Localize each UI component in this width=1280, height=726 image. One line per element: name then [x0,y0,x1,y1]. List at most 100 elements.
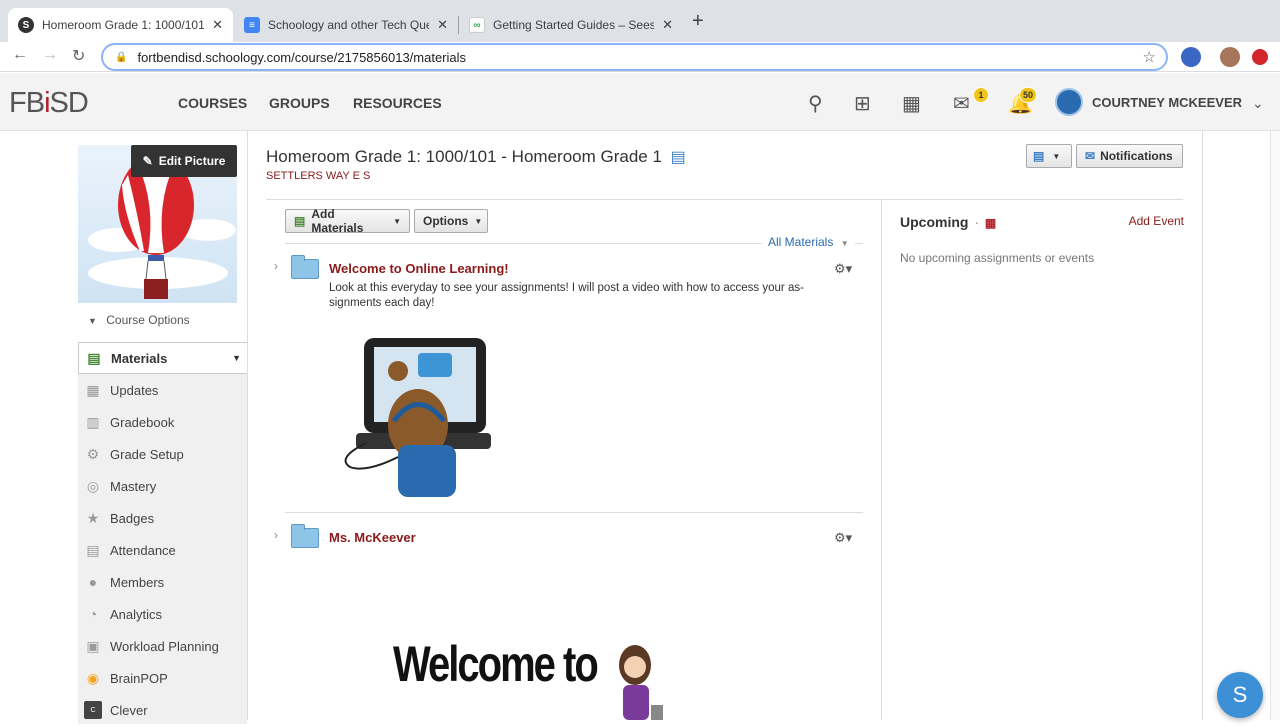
site-header: FBiSD COURSES GROUPS RESOURCES ⚲ ⊞ ▦ ✉ 1… [0,73,1280,131]
logo-text: FB [9,87,45,119]
extension-icon[interactable] [1181,47,1201,67]
welcome-banner-text: Welcome to [393,637,599,693]
browser-toolbar: ← → ↻ 🔒 fortbendisd.schoology.com/course… [0,42,1280,72]
profile-avatar-icon[interactable] [1220,47,1240,67]
address-bar[interactable]: 🔒 fortbendisd.schoology.com/course/21758… [101,43,1168,71]
search-icon[interactable]: ⚲ [808,91,823,116]
materials-icon: ▤ [87,349,101,366]
notifications-button[interactable]: ✉ Notifications [1076,144,1183,168]
scrollbar-track[interactable] [1270,131,1280,720]
layout-icon: ▤ [1033,149,1045,163]
sidebar-item-attendance[interactable]: ▤ Attendance [78,534,247,566]
sidebar-item-updates[interactable]: ▦ Updates [78,374,247,406]
upcoming-panel: Upcoming · ▦ Add Event No upcoming assig… [881,199,1203,720]
sidebar-item-mastery[interactable]: ◎ Mastery [78,470,247,502]
messages-icon[interactable]: ✉ [953,91,970,116]
nav-groups[interactable]: GROUPS [269,95,330,111]
sidebar-item-materials[interactable]: ▤ Materials ▼ [78,342,247,374]
browser-tab-bar: S Homeroom Grade 1: 1000/101 - ✕ ≡ Schoo… [0,0,1280,42]
fbisd-logo[interactable]: FBiSD [9,87,89,120]
new-tab-icon[interactable]: + [692,10,704,33]
mastery-icon: ◎ [86,477,100,494]
folder-title-mckeever[interactable]: Ms. McKeever [329,530,416,545]
browser-tab-schoology-questions[interactable]: ≡ Schoology and other Tech Que ✕ [234,8,458,42]
options-label: Options [423,214,469,228]
apps-grid-icon[interactable]: ⊞ [854,91,871,116]
sidebar-item-label: Workload Planning [110,638,219,654]
expand-chevron-icon[interactable]: › [274,259,278,273]
all-materials-filter[interactable]: All Materials ▼ [762,235,855,249]
filter-label: All Materials [768,235,834,249]
options-button[interactable]: Options ▼ [414,209,488,233]
bookmark-star-icon[interactable]: ☆ [1143,48,1156,66]
badges-icon: ★ [86,509,100,526]
logo-text: SD [49,87,89,119]
reload-icon[interactable]: ↻ [72,46,85,66]
page-title: Homeroom Grade 1: 1000/101 - Homeroom Gr… [266,147,686,167]
expand-chevron-icon[interactable]: › [274,528,278,542]
brainpop-icon: ◉ [86,669,100,686]
sidebar-item-gradebook[interactable]: ▥ Gradebook [78,406,247,438]
gear-menu-icon[interactable]: ⚙▾ [834,530,852,546]
sidebar-item-grade-setup[interactable]: ⚙ Grade Setup [78,438,247,470]
gear-menu-icon[interactable]: ⚙▾ [834,261,852,277]
tab-title: Homeroom Grade 1: 1000/101 - [42,18,205,32]
forward-arrow-icon[interactable]: → [42,46,58,64]
course-options-label: Course Options [106,313,190,327]
lock-icon: 🔒 [115,51,128,63]
user-name[interactable]: COURTNEY MCKEEVER [1092,95,1242,110]
clever-icon: C [84,701,102,719]
folder-title-welcome[interactable]: Welcome to Online Learning! [329,261,509,276]
caret-down-icon: ▼ [393,216,401,226]
calendar-icon[interactable]: ▦ [985,216,996,230]
sidebar-item-label: BrainPOP [110,670,168,686]
calendar-icon[interactable]: ▦ [902,91,921,116]
notifications-label: Notifications [1100,149,1173,163]
folder-description: Look at this everyday to see your assign… [329,282,804,309]
floating-help-button[interactable]: S [1217,672,1263,718]
edit-picture-button[interactable]: ✎ Edit Picture [131,145,237,177]
browser-tab-seesaw[interactable]: ∞ Getting Started Guides – Sees ✕ [459,8,683,42]
sidebar-item-label: Grade Setup [110,446,184,462]
course-options-toggle[interactable]: ▼ Course Options [88,313,190,327]
sidebar-item-analytics[interactable]: ◔ Analytics [78,598,247,630]
caret-down-icon[interactable]: ▼ [232,353,241,363]
sidebar-item-clever[interactable]: C Clever [78,694,247,726]
notifications-badge: 50 [1019,87,1038,103]
nav-resources[interactable]: RESOURCES [353,95,442,111]
caret-down-icon: ▼ [1052,151,1061,161]
seesaw-favicon-icon: ∞ [469,17,485,33]
user-avatar[interactable] [1055,88,1083,116]
sidebar-item-label: Badges [110,510,155,526]
layout-toggle-button[interactable]: ▤ ▼ [1026,144,1072,168]
pencil-icon: ✎ [142,154,153,168]
separator: · [974,214,980,230]
envelope-icon: ✉ [1085,149,1096,163]
extension-red-icon[interactable] [1252,49,1268,65]
nav-courses[interactable]: COURSES [178,95,247,111]
browser-tab-homeroom[interactable]: S Homeroom Grade 1: 1000/101 - ✕ [8,8,233,42]
sidebar-item-brainpop[interactable]: ◉ BrainPOP [78,662,247,694]
messages-badge: 1 [973,87,989,103]
add-event-link[interactable]: Add Event [1129,214,1184,228]
edit-picture-label: Edit Picture [158,154,226,168]
caret-down-icon: ▼ [474,216,483,226]
sidebar-item-workload-planning[interactable]: ▣ Workload Planning [78,630,247,662]
add-materials-button[interactable]: ▤ Add Materials ▼ [285,207,410,235]
chevron-down-icon[interactable]: ⌄ [1252,95,1264,112]
close-tab-icon[interactable]: ✕ [437,17,448,33]
analytics-icon: ◔ [88,606,98,622]
updates-icon: ▦ [86,381,100,398]
back-arrow-icon[interactable]: ← [12,46,28,64]
close-tab-icon[interactable]: ✕ [212,17,223,33]
caret-down-icon: ▼ [840,239,849,248]
sidebar-item-members[interactable]: ● Members [78,566,247,598]
members-icon: ● [88,574,98,590]
course-info-icon[interactable]: ▤ [671,149,686,166]
tab-title: Getting Started Guides – Sees [493,18,655,32]
sidebar-item-badges[interactable]: ★ Badges [78,502,247,534]
close-tab-icon[interactable]: ✕ [662,17,673,33]
url-text: fortbendisd.schoology.com/course/2175856… [137,49,467,65]
grade-setup-icon: ⚙ [86,445,100,462]
fab-label: S [1232,682,1248,707]
